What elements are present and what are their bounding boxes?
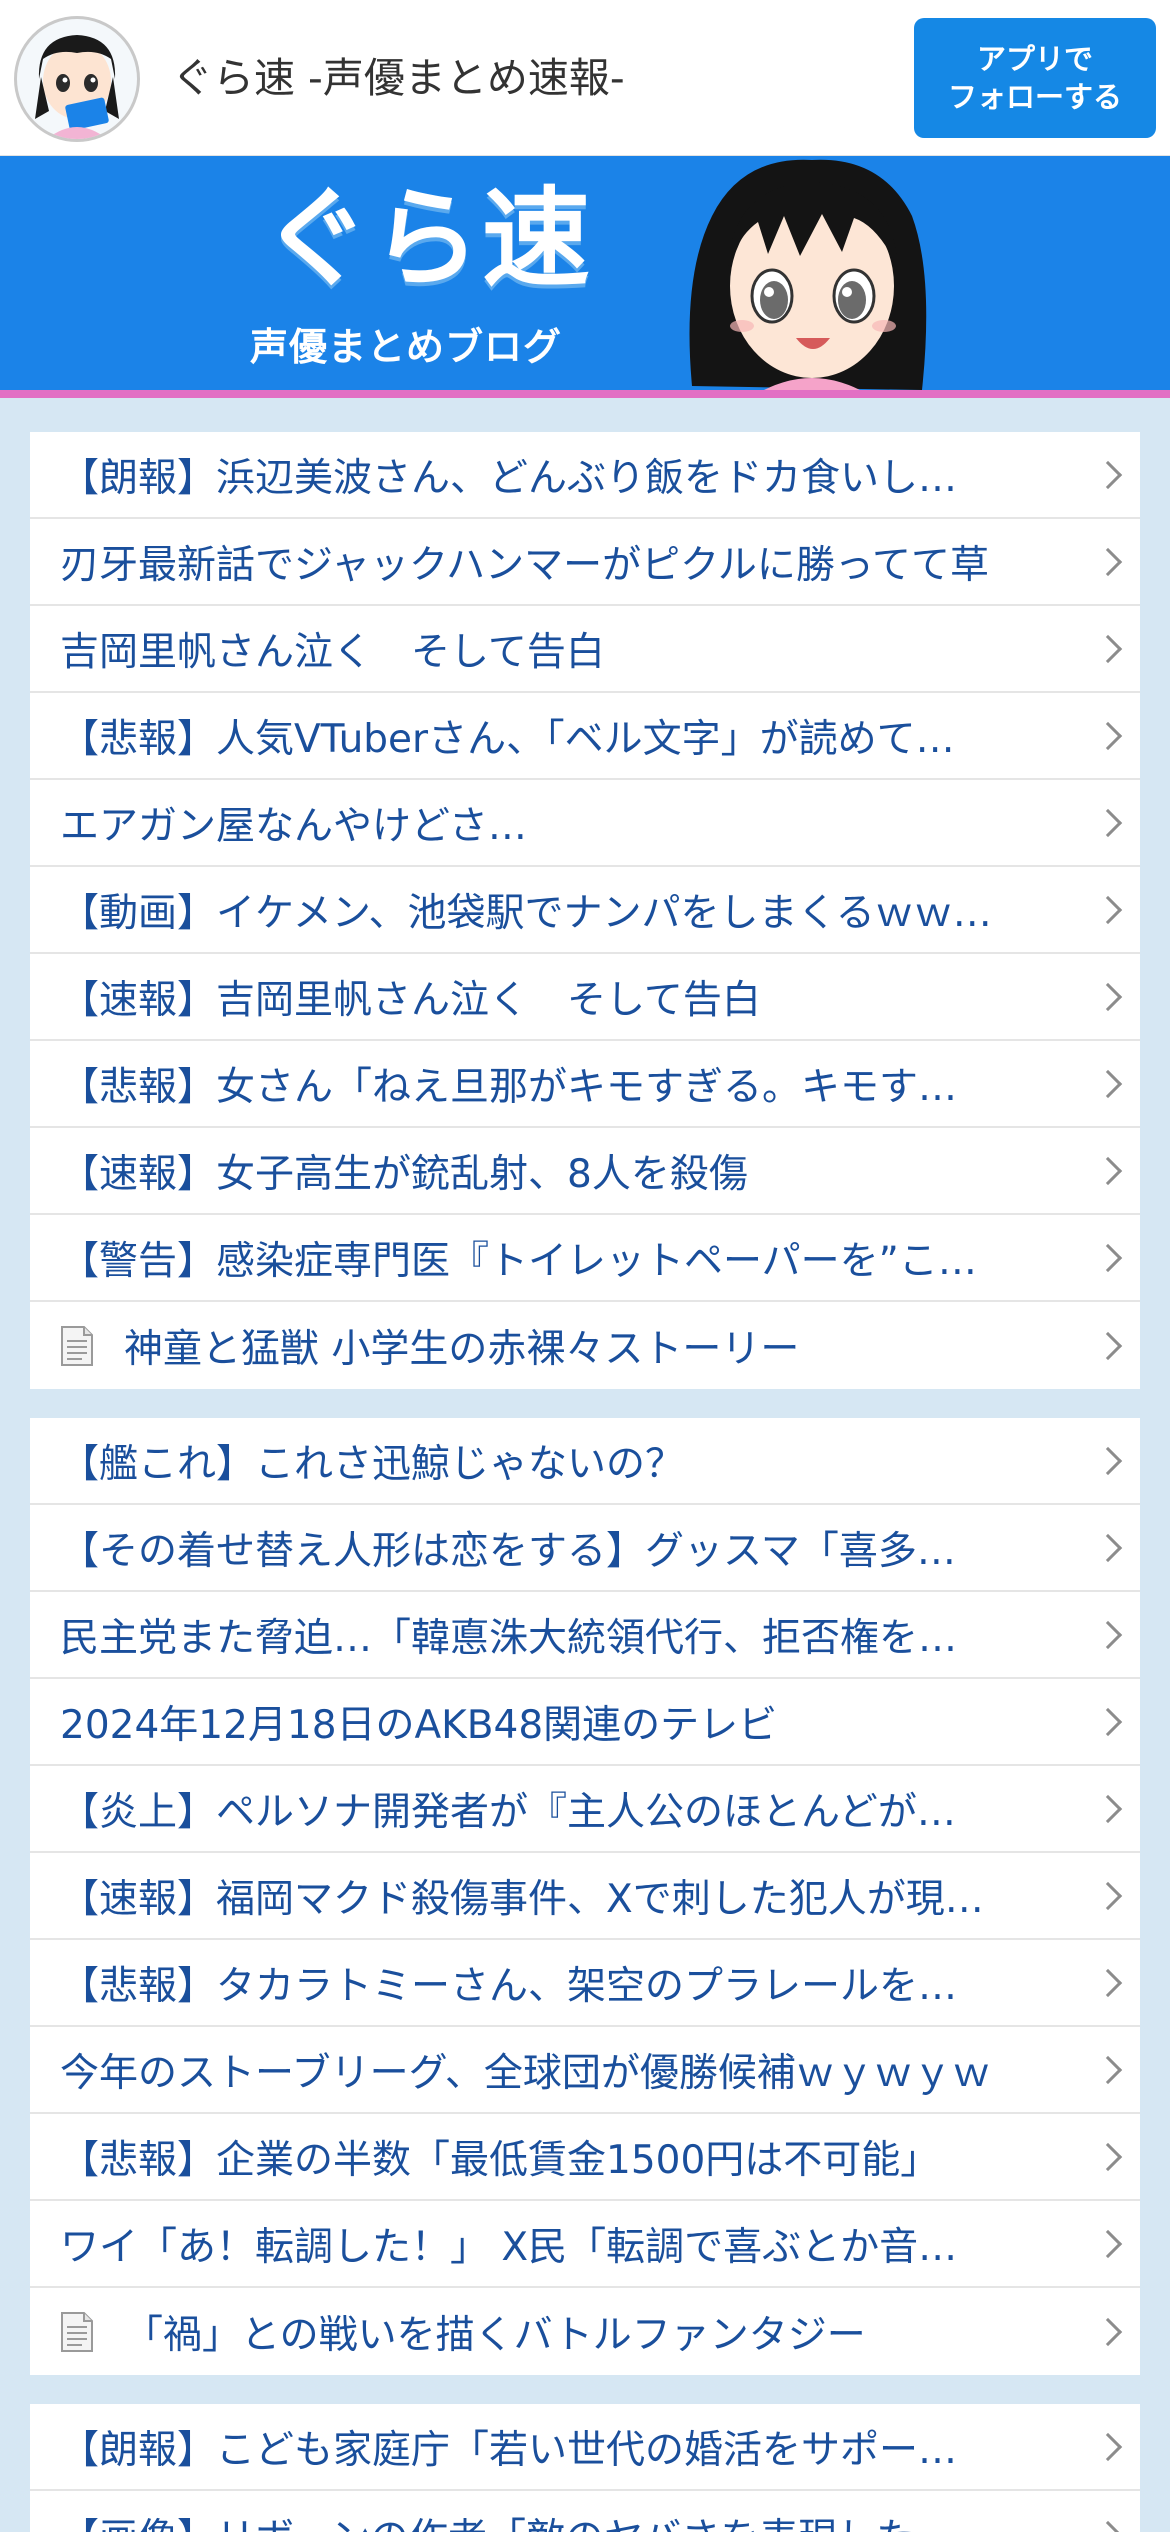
article-link[interactable]: 【炎上】ペルソナ開発者が『主人公のほとんどが… — [30, 1766, 1140, 1853]
banner-logo: ぐら速 — [262, 177, 593, 302]
follow-button-line1: アプリで — [976, 42, 1093, 76]
article-title: 【悲報】女さん「ねえ旦那がキモすぎる。キモす… — [60, 1064, 958, 1110]
chevron-right-icon — [1093, 1881, 1123, 1910]
follow-button-line2: フォローする — [947, 80, 1122, 114]
document-icon — [60, 2311, 94, 2353]
article-link[interactable]: 【悲報】女さん「ねえ旦那がキモすぎる。キモす… — [30, 1041, 1140, 1128]
article-link[interactable]: 【朗報】浜辺美波さん、どんぶり飯をドカ食いし… — [30, 432, 1140, 519]
article-title: 【悲報】企業の半数「最低賃金1500円は不可能」 — [60, 2137, 940, 2183]
follow-in-app-button[interactable]: アプリで フォローする — [914, 18, 1156, 138]
article-link[interactable]: 【警告】感染症専門医『トイレットペーパーを”こ… — [30, 1215, 1140, 1302]
article-link[interactable]: 神童と猛獣 小学生の赤裸々ストーリー — [30, 1302, 1140, 1389]
article-title: 【悲報】人気VTuberさん、「ベル文字」が読めて… — [60, 716, 955, 762]
article-title: 今年のストーブリーグ、全球団が優勝候補ｗｙｗｙｗ — [60, 2050, 991, 2096]
article-link[interactable]: 今年のストーブリーグ、全球団が優勝候補ｗｙｗｙｗ — [30, 2027, 1140, 2114]
chevron-right-icon — [1093, 1794, 1123, 1823]
article-link[interactable]: 【速報】女子高生が銃乱射、8人を殺傷 — [30, 1128, 1140, 1215]
chevron-right-icon — [1093, 895, 1123, 924]
document-icon — [60, 1325, 94, 1367]
mascot-girl-icon — [689, 159, 927, 390]
mascot-avatar-icon — [35, 35, 119, 139]
article-title: 【炎上】ペルソナ開発者が『主人公のほとんどが… — [60, 1789, 956, 1835]
chevron-right-icon — [1093, 634, 1123, 663]
article-link[interactable]: 2024年12月18日のAKB48関連のテレビ — [30, 1679, 1140, 1766]
banner-subtitle: 声優まとめブログ — [250, 325, 563, 369]
article-title: 【悲報】タカラトミーさん、架空のプラレールを… — [60, 1963, 958, 2009]
chevron-right-icon — [1093, 1446, 1123, 1475]
article-title: 【警告】感染症専門医『トイレットペーパーを”こ… — [60, 1238, 977, 1284]
chevron-right-icon — [1093, 1620, 1123, 1649]
article-title: 神童と猛獣 小学生の赤裸々ストーリー — [124, 1326, 800, 1372]
article-title: 「禍」との戦いを描くバトルファンタジー — [124, 2312, 866, 2358]
chevron-right-icon — [1093, 547, 1123, 576]
article-link[interactable]: 【その着せ替え人形は恋をする】グッスマ「喜多… — [30, 1505, 1140, 1592]
banner-stripe — [0, 390, 1170, 398]
chevron-right-icon — [1093, 1069, 1123, 1098]
chevron-right-icon — [1093, 1707, 1123, 1736]
chevron-right-icon — [1093, 2317, 1123, 2346]
article-link[interactable]: 刃牙最新話でジャックハンマーがピクルに勝ってて草 — [30, 519, 1140, 606]
article-title: ワイ「あ！転調した！」 X民「転調で喜ぶとか音… — [60, 2224, 958, 2270]
chevron-right-icon — [1093, 1156, 1123, 1185]
chevron-right-icon — [1093, 2520, 1123, 2532]
site-banner[interactable]: ぐら速 声優まとめブログ — [0, 156, 1170, 390]
site-avatar[interactable] — [14, 16, 140, 142]
article-title: 【艦これ】これさ迅鯨じゃないの？ — [60, 1441, 685, 1487]
article-title: 【速報】吉岡里帆さん泣く そして告白 — [60, 977, 761, 1023]
article-link[interactable]: 【速報】吉岡里帆さん泣く そして告白 — [30, 954, 1140, 1041]
article-link[interactable]: 【悲報】人気VTuberさん、「ベル文字」が読めて… — [30, 693, 1140, 780]
article-list-section-1: 【朗報】浜辺美波さん、どんぶり飯をドカ食いし… 刃牙最新話でジャックハンマーがピク… — [30, 432, 1140, 1389]
chevron-right-icon — [1093, 982, 1123, 1011]
article-title: 【画像】リボーンの作者「敵のヤバさを表現した… — [60, 2507, 1070, 2532]
article-title: 刃牙最新話でジャックハンマーがピクルに勝ってて草 — [60, 542, 989, 588]
chevron-right-icon — [1093, 460, 1123, 489]
article-title: 【その着せ替え人形は恋をする】グッスマ「喜多… — [60, 1528, 956, 1574]
article-list-section-2: 【艦これ】これさ迅鯨じゃないの？ 【その着せ替え人形は恋をする】グッスマ「喜多… 民… — [30, 1418, 1140, 2375]
chevron-right-icon — [1093, 1331, 1123, 1360]
article-link[interactable]: 【動画】イケメン、池袋駅でナンパをしまくるｗｗ… — [30, 867, 1140, 954]
chevron-right-icon — [1093, 2229, 1123, 2258]
article-title: 吉岡里帆さん泣く そして告白 — [60, 629, 605, 675]
article-title: 民主党また脅迫…「韓悳洙大統領代行、拒否権を… — [60, 1615, 958, 1661]
chevron-right-icon — [1093, 1968, 1123, 1997]
article-title: 【動画】イケメン、池袋駅でナンパをしまくるｗｗ… — [60, 890, 992, 936]
article-title: 【速報】女子高生が銃乱射、8人を殺傷 — [60, 1151, 748, 1197]
chevron-right-icon — [1093, 1243, 1123, 1272]
chevron-right-icon — [1093, 2055, 1123, 2084]
article-link[interactable]: 【悲報】企業の半数「最低賃金1500円は不可能」 — [30, 2114, 1140, 2201]
article-link[interactable]: 【速報】福岡マクド殺傷事件、Xで刺した犯人が現… — [30, 1853, 1140, 1940]
article-link[interactable]: 【悲報】タカラトミーさん、架空のプラレールを… — [30, 1940, 1140, 2027]
article-title: 【朗報】浜辺美波さん、どんぶり飯をドカ食いし… — [60, 455, 958, 501]
article-list-section-3: 【朗報】こども家庭庁「若い世代の婚活をサポー… 【画像】リボーンの作者「敵のヤバさ… — [30, 2404, 1140, 2532]
article-title: エアガン屋なんやけどさ… — [60, 803, 527, 849]
chevron-right-icon — [1093, 2432, 1123, 2461]
article-link[interactable]: 【艦これ】これさ迅鯨じゃないの？ — [30, 1418, 1140, 1505]
chevron-right-icon — [1093, 808, 1123, 837]
article-title: 【速報】福岡マクド殺傷事件、Xで刺した犯人が現… — [60, 1876, 984, 1922]
article-link[interactable]: ワイ「あ！転調した！」 X民「転調で喜ぶとか音… — [30, 2201, 1140, 2288]
article-link[interactable]: 民主党また脅迫…「韓悳洙大統領代行、拒否権を… — [30, 1592, 1140, 1679]
chevron-right-icon — [1093, 1533, 1123, 1562]
chevron-right-icon — [1093, 721, 1123, 750]
article-link[interactable]: エアガン屋なんやけどさ… — [30, 780, 1140, 867]
article-link[interactable]: 「禍」との戦いを描くバトルファンタジー — [30, 2288, 1140, 2375]
article-title: 【朗報】こども家庭庁「若い世代の婚活をサポー… — [60, 2427, 958, 2473]
article-link[interactable]: 【画像】リボーンの作者「敵のヤバさを表現した… — [30, 2491, 1140, 2532]
article-title: 2024年12月18日のAKB48関連のテレビ — [60, 1702, 778, 1748]
site-header: ぐら速 -声優まとめ速報- アプリで フォローする — [0, 0, 1170, 156]
chevron-right-icon — [1093, 2142, 1123, 2171]
article-link[interactable]: 【朗報】こども家庭庁「若い世代の婚活をサポー… — [30, 2404, 1140, 2491]
article-link[interactable]: 吉岡里帆さん泣く そして告白 — [30, 606, 1140, 693]
site-title[interactable]: ぐら速 -声優まとめ速報- — [172, 44, 625, 104]
